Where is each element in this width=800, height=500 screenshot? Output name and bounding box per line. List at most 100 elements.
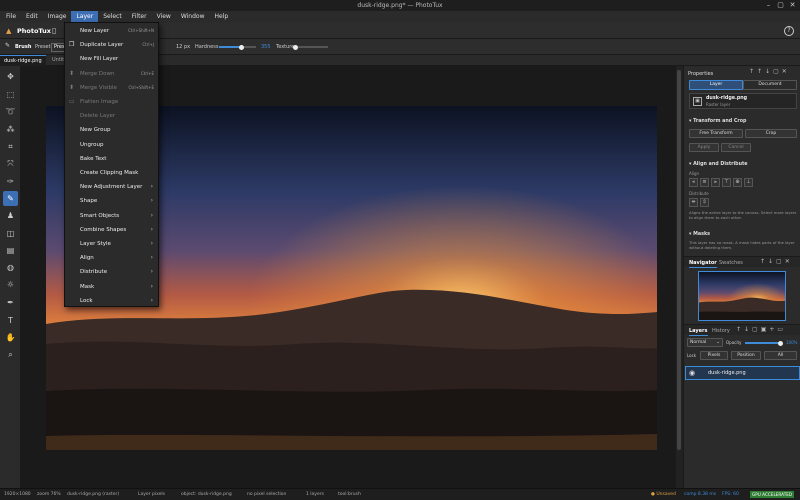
menu-item-lock[interactable]: Lock › xyxy=(65,294,158,308)
lock-label: Lock xyxy=(687,353,697,358)
submenu-arrow-icon: › xyxy=(150,282,153,290)
tab-history[interactable]: History xyxy=(712,327,730,335)
layer-row[interactable]: ◉ dusk-ridge.png xyxy=(685,366,800,380)
lasso-tool-icon[interactable]: ➰ xyxy=(3,104,18,119)
lock-position-button[interactable]: Position xyxy=(731,351,761,360)
menu-item-mask[interactable]: Mask › xyxy=(65,280,158,294)
pen-tool-icon[interactable]: ✒ xyxy=(3,295,18,310)
tab-document[interactable]: Document xyxy=(743,80,797,90)
canvas-vertical-scrollbar[interactable] xyxy=(676,66,683,488)
maximize-button[interactable]: ▢ xyxy=(776,1,785,10)
align-middle-icon[interactable]: ⊕ xyxy=(733,178,742,187)
align-center-h-icon[interactable]: ≡ xyxy=(700,178,709,187)
menu-item-create-clipping-mask[interactable]: Create Clipping Mask xyxy=(65,166,158,180)
align-right-icon[interactable]: ⫸ xyxy=(711,178,720,187)
crop-tool-icon[interactable]: ⌗ xyxy=(3,139,18,154)
distribute-vertical-icon[interactable]: ⇳ xyxy=(700,198,709,207)
hardness-value[interactable]: 355 xyxy=(261,44,271,50)
eraser-tool-icon[interactable]: ◫ xyxy=(3,226,18,241)
help-icon[interactable]: ? xyxy=(784,26,794,36)
gradient-tool-icon[interactable]: ▤ xyxy=(3,243,18,258)
distribute-horizontal-icon[interactable]: ⇹ xyxy=(689,198,698,207)
opacity-value[interactable]: 100% xyxy=(786,340,797,345)
minimize-button[interactable]: – xyxy=(764,1,773,10)
app-name: PhotoTux xyxy=(17,27,51,35)
menu-item-merge-visible[interactable]: ⬍ Merge Visible Ctrl+Shift+E xyxy=(65,81,158,95)
zoom-tool-icon[interactable]: ⌕ xyxy=(3,347,18,362)
status-zoom: zoom 76% xyxy=(37,492,61,497)
menu-help[interactable]: Help xyxy=(210,11,234,23)
menu-item-label: Distribute xyxy=(80,269,108,276)
menu-item-duplicate-layer[interactable]: ❐ Duplicate Layer Ctrl+J xyxy=(65,38,158,52)
menu-item-merge-down[interactable]: ⬍ Merge Down Ctrl+E xyxy=(65,67,158,81)
window-title: dusk-ridge.png* — PhotoTux xyxy=(357,2,443,9)
menu-item-icon: ❐ xyxy=(69,41,75,49)
submenu-arrow-icon: › xyxy=(150,225,153,233)
hand-tool-icon[interactable]: ✋ xyxy=(3,330,18,345)
free-transform-button[interactable]: Free Transform xyxy=(689,129,743,138)
menu-edit[interactable]: Edit xyxy=(21,11,43,23)
align-left-icon[interactable]: ⫷ xyxy=(689,178,698,187)
menu-item-label: New Layer xyxy=(80,28,110,34)
submenu-arrow-icon: › xyxy=(150,240,153,247)
quick-select-tool-icon[interactable]: ⁂ xyxy=(3,122,18,137)
fill-tool-icon[interactable]: ◍ xyxy=(3,260,18,275)
lock-all-button[interactable]: All xyxy=(764,351,797,360)
menu-item-bake-text[interactable]: Bake Text xyxy=(65,152,158,166)
crop-button[interactable]: Crop xyxy=(745,129,797,138)
navigator-header-icons[interactable]: ↑↓▢✕ xyxy=(760,258,793,265)
cancel-button[interactable]: Cancel xyxy=(721,143,751,152)
transform-tool-icon[interactable]: ⤧ xyxy=(3,156,18,171)
align-top-icon[interactable]: ⊤ xyxy=(722,178,731,187)
align-bottom-icon[interactable]: ⊥ xyxy=(744,178,753,187)
dodge-tool-icon[interactable]: ☼ xyxy=(3,277,18,292)
document-icon[interactable]: ▯ xyxy=(52,26,62,36)
brush-tool-icon: ✎ xyxy=(5,42,11,49)
menu-item-layer-style[interactable]: Layer Style › xyxy=(65,237,158,251)
doc-tab-dusk-ridge[interactable]: dusk-ridge.png xyxy=(0,55,46,66)
clone-stamp-tool-icon[interactable]: ♟ xyxy=(3,208,18,223)
right-panel: Properties ↑↑↓▢✕ Layer Document ▣ dusk-r… xyxy=(683,66,800,488)
layers-header-icons[interactable]: ↑↓▢▣+▭ xyxy=(736,326,786,333)
menu-item-smart-objects[interactable]: Smart Objects › xyxy=(65,209,158,223)
text-tool-icon[interactable]: T xyxy=(3,313,18,328)
visibility-eye-icon[interactable]: ◉ xyxy=(689,369,695,378)
menu-item-combine-shapes[interactable]: Combine Shapes › xyxy=(65,223,158,237)
menu-item-new-adjustment-layer[interactable]: New Adjustment Layer › xyxy=(65,180,158,194)
hardness-slider-knob[interactable] xyxy=(238,44,244,50)
menu-item-new-fill-layer[interactable]: New Fill Layer xyxy=(65,52,158,66)
status-mode: Layer pixels xyxy=(138,492,165,497)
properties-header-icons[interactable]: ↑↑↓▢✕ xyxy=(749,68,790,75)
brush-tool-icon[interactable]: ✎ xyxy=(3,191,18,206)
layers-header: Layers History ↑↓▢▣+▭ xyxy=(684,324,800,336)
tab-navigator[interactable]: Navigator xyxy=(689,259,717,268)
navigator-thumbnail[interactable] xyxy=(698,271,786,321)
blend-mode-select[interactable]: Normal ⌄ xyxy=(687,338,723,347)
menu-item-label: New Fill Layer xyxy=(80,56,119,63)
menu-item-ungroup[interactable]: Ungroup xyxy=(65,138,158,152)
apply-button[interactable]: Apply xyxy=(689,143,719,152)
hardness-slider-fill xyxy=(219,46,242,48)
menu-item-new-group[interactable]: New Group xyxy=(65,123,158,137)
menu-window[interactable]: Window xyxy=(176,11,210,23)
menu-item-flatten-image[interactable]: ▭ Flatten Image xyxy=(65,95,158,109)
menu-item-new-layer[interactable]: New Layer Ctrl+Shift+N xyxy=(65,24,158,38)
marquee-tool-icon[interactable]: ⬚ xyxy=(3,87,18,102)
tab-swatches[interactable]: Swatches xyxy=(719,259,743,267)
move-tool-icon[interactable]: ✥ xyxy=(3,69,18,84)
opacity-slider-knob[interactable] xyxy=(777,340,783,346)
close-button[interactable]: ✕ xyxy=(788,1,797,10)
eyedropper-tool-icon[interactable]: ✑ xyxy=(3,174,18,189)
menu-item-align[interactable]: Align › xyxy=(65,251,158,265)
menu-item-delete-layer[interactable]: Delete Layer xyxy=(65,109,158,123)
scrollbar-thumb[interactable] xyxy=(677,70,681,450)
texture-slider-track[interactable] xyxy=(298,46,328,48)
menu-item-shape[interactable]: Shape › xyxy=(65,194,158,208)
tab-layers[interactable]: Layers xyxy=(689,327,708,336)
tab-layer[interactable]: Layer xyxy=(689,80,743,90)
align-label: Align xyxy=(689,171,700,176)
menu-file[interactable]: File xyxy=(1,11,21,23)
menu-item-distribute[interactable]: Distribute › xyxy=(65,265,158,279)
lock-pixels-button[interactable]: Pixels xyxy=(700,351,728,360)
size-value[interactable]: 12 px xyxy=(176,44,190,50)
